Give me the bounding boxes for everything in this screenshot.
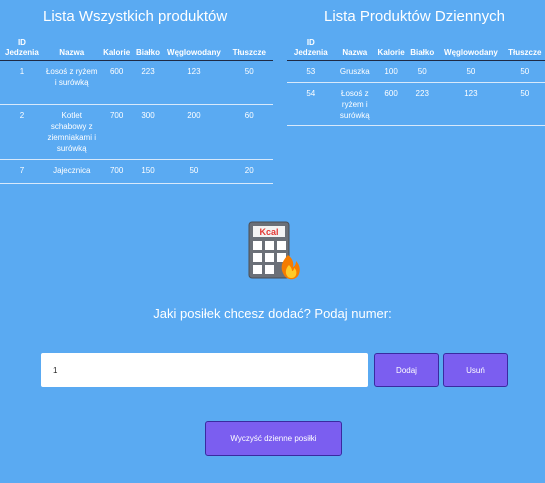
cell-id: 1 [19,66,25,76]
table-row: 2 Kotlet schabowy z ziemniakami i surówk… [0,104,273,159]
remove-button[interactable]: Usuń [443,353,508,387]
cell-tluszcze: 20 [244,165,254,175]
cell-bialko: 50 [417,66,427,76]
daily-products-title: Lista Produktów Dziennych [324,8,505,25]
table-row: 54 Łosoś z ryżem i surówką 600 223 123 5… [287,82,545,125]
column-header-name: Nazwa [59,47,85,57]
cell-name: Gruszka [339,66,370,76]
cell-id: 54 [306,88,316,98]
cell-tluszcze: 50 [520,66,530,76]
table-row: 1 Łosoś z ryżem i surówką 600 223 123 50 [0,60,273,104]
column-header-name: Nazwa [342,47,368,57]
column-header-kalorie: Kalorie [103,47,131,57]
column-header-kalorie: Kalorie [377,47,405,57]
cell-bialko: 150 [141,165,155,175]
column-header-bialko: Białko [410,47,435,57]
page: Lista Wszystkich produktów Lista Produkt… [0,0,545,483]
cell-id: 53 [306,66,316,76]
cell-name: Jajecznica [53,165,91,175]
cell-weglowodany: 50 [466,66,476,76]
table-header-row: ID Jedzenia Nazwa Kalorie Białko Węglowo… [0,33,273,60]
cell-name: Łosoś z ryżem i surówką [339,88,370,120]
cell-tluszcze: 50 [520,88,530,98]
cell-kalorie: 700 [109,110,124,120]
cell-bialko: 223 [415,88,429,98]
meal-question-label: Jaki posiłek chcesz dodać? Podaj numer: [153,306,392,321]
meal-number-input[interactable] [41,353,368,387]
cell-tluszcze: 50 [244,66,254,76]
column-header-weglowodany: Węglowodany [444,47,498,57]
calculator-kcal-icon: Kcal [248,221,300,280]
kcal-label: Kcal [259,227,278,237]
all-products-table: ID Jedzenia Nazwa Kalorie Białko Węglowo… [0,33,273,184]
table-row: 7 Jajecznica 700 150 50 20 [0,159,273,183]
cell-id: 2 [19,110,25,120]
cell-kalorie: 600 [109,66,124,76]
column-header-tluszcze: Tłuszcze [232,47,266,57]
cell-kalorie: 100 [384,66,398,76]
table-header-row: ID Jedzenia Nazwa Kalorie Białko Węglowo… [287,33,545,60]
column-header-id: ID Jedzenia [5,37,39,57]
cell-bialko: 223 [141,66,155,76]
cell-name: Łosoś z ryżem i surówką [45,66,98,87]
add-button[interactable]: Dodaj [374,353,439,387]
daily-products-table: ID Jedzenia Nazwa Kalorie Białko Węglowo… [287,33,545,126]
cell-bialko: 300 [141,110,155,120]
cell-weglowodany: 123 [464,88,478,98]
table-row: 53 Gruszka 100 50 50 50 [287,60,545,82]
column-header-weglowodany: Węglowodany [167,47,221,57]
cell-weglowodany: 123 [187,66,201,76]
cell-kalorie: 700 [109,165,124,175]
cell-weglowodany: 50 [189,165,199,175]
column-header-id: ID Jedzenia [293,37,328,57]
cell-tluszcze: 60 [244,110,254,120]
all-products-title: Lista Wszystkich produktów [43,8,228,25]
cell-kalorie: 600 [384,88,398,98]
column-header-tluszcze: Tłuszcze [508,47,542,57]
cell-name: Kotlet schabowy z ziemniakami i surówką [47,110,96,153]
cell-id: 7 [19,165,25,175]
clear-daily-meals-button[interactable]: Wyczyść dzienne posiłki [205,421,342,456]
column-header-bialko: Białko [135,47,160,57]
cell-weglowodany: 200 [187,110,201,120]
